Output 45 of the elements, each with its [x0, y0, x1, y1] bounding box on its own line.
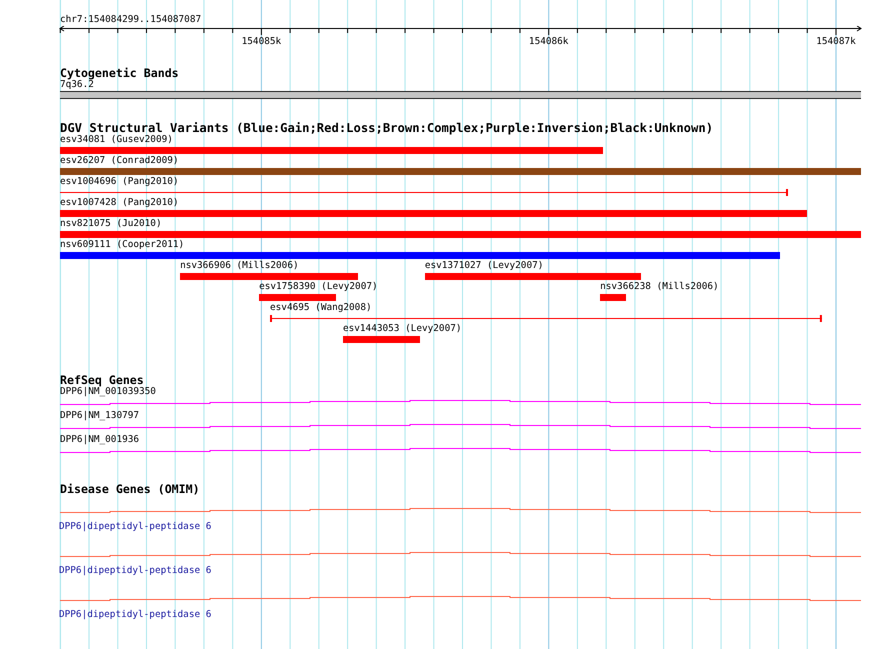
region-label: chr7:154084299..154087087 [60, 14, 202, 25]
gene-model[interactable] [60, 551, 861, 558]
gene-label: DPP6|NM_001039350 [60, 386, 156, 397]
disease-gene-label: DPP6|dipeptidyl-peptidase 6 [59, 565, 212, 576]
variant-label: nsv609111 (Cooper2011) [60, 239, 184, 250]
gene-model[interactable] [60, 507, 861, 514]
gene-model[interactable] [60, 423, 861, 430]
variant-label: esv1371027 (Levy2007) [424, 260, 544, 271]
gene-model[interactable] [60, 595, 861, 602]
variant-bar[interactable] [180, 273, 358, 280]
variant-bar[interactable] [342, 336, 420, 343]
track-title: RefSeq Genes [60, 374, 144, 386]
variant-label: esv1443053 (Levy2007) [342, 323, 462, 334]
variant-bar[interactable] [60, 147, 603, 154]
variant-bar[interactable] [60, 168, 861, 175]
variant-label: esv4695 (Wang2008) [270, 302, 372, 313]
variant-bar[interactable] [60, 231, 861, 238]
disease-gene-label: DPP6|dipeptidyl-peptidase 6 [59, 521, 212, 532]
variant-label: esv1004696 (Pang2010) [60, 176, 179, 187]
variant-bar[interactable] [60, 252, 780, 259]
track-title: Disease Genes (OMIM) [60, 483, 200, 495]
gene-model[interactable] [60, 447, 861, 454]
tick-label: 154085k [242, 36, 282, 47]
gene-label: DPP6|NM_001936 [60, 434, 140, 445]
variant-bar[interactable] [259, 294, 336, 301]
variant-label: esv34081 (Gusev2009) [60, 134, 173, 145]
variant-line[interactable] [270, 315, 822, 322]
variant-line[interactable] [60, 189, 788, 196]
disease-gene-label: DPP6|dipeptidyl-peptidase 6 [59, 609, 212, 620]
tick-label: 154086k [528, 36, 568, 47]
tick-label: 154087k [816, 36, 856, 47]
track-title: Cytogenetic Bands [60, 67, 179, 79]
gene-model[interactable] [60, 399, 861, 406]
variant-bar[interactable] [424, 273, 641, 280]
track-title: DGV Structural Variants (Blue:Gain;Red:Loss;Brown:Complex;Purple:Inversion;Black:Unknown) [60, 122, 714, 134]
band-label: 7q36.2 [60, 79, 94, 90]
variant-label: nsv366238 (Mills2006) [600, 281, 719, 292]
variant-label: esv26207 (Conrad2009) [60, 155, 179, 166]
variant-label: nsv366906 (Mills2006) [180, 260, 299, 271]
variant-label: esv1758390 (Levy2007) [259, 281, 378, 292]
variant-label: esv1007428 (Pang2010) [60, 197, 179, 208]
gene-label: DPP6|NM_130797 [60, 410, 140, 421]
variant-bar[interactable] [60, 210, 807, 217]
variant-bar[interactable] [600, 294, 626, 301]
variant-label: nsv821075 (Ju2010) [60, 218, 162, 229]
